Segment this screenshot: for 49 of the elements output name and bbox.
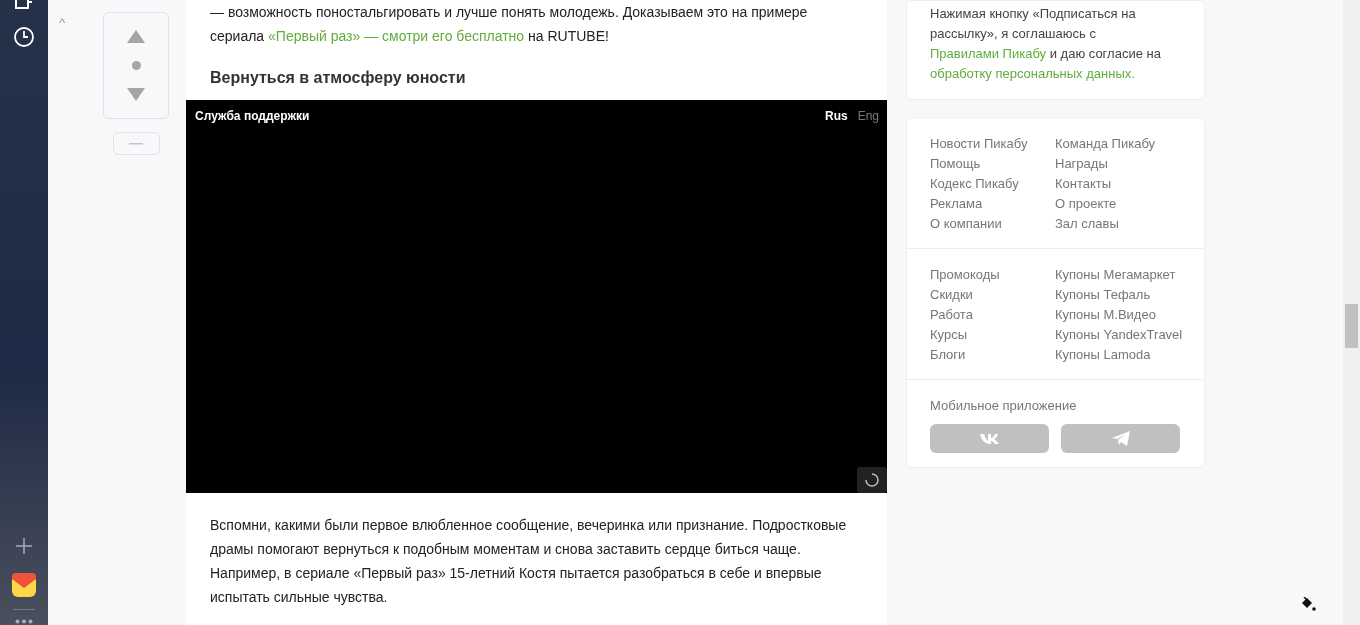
mobile-app-label: Мобильное приложение (930, 397, 1078, 415)
footer-link[interactable]: О компании (930, 214, 1055, 234)
article-paragraph: Вспомни, какими были первое влюбленное сообщение, вечеринка или признание. Подростковые драмы помогают вернуться к подобным моментам и снова заставить сердце биться чаще. Например, в сериале «Первый раз» 15-летний Костя пытается разобраться в себе и впервые испытать сильные чувства. (209, 516, 848, 607)
footer-link[interactable]: Промокоды (930, 265, 1055, 285)
upvote-icon[interactable] (127, 30, 146, 43)
footer-link[interactable]: Реклама (930, 194, 1055, 214)
document-icon[interactable] (14, 0, 34, 12)
consent-link[interactable]: Правилами Пикабу (930, 46, 1047, 61)
series-link[interactable]: «Первый раз» — смотри его бесплатно (268, 28, 525, 44)
mail-app-icon[interactable] (12, 573, 36, 597)
video-title: Служба поддержки (195, 108, 310, 124)
footer-link[interactable]: Купоны Lamoda (1055, 345, 1183, 365)
plus-icon[interactable] (15, 537, 33, 555)
minus-icon (129, 142, 144, 145)
footer-link[interactable]: Контакты (1055, 174, 1181, 194)
dot-icon (131, 61, 141, 70)
clock-icon[interactable] (13, 26, 35, 48)
language-option[interactable]: Rus (824, 108, 848, 124)
footer-link[interactable]: Купоны Тефаль (1055, 285, 1183, 305)
scrollbar-thumb[interactable] (1345, 304, 1358, 348)
footer-link[interactable]: Награды (1055, 154, 1181, 174)
footer-link[interactable]: Курсы (930, 325, 1055, 345)
video-player[interactable]: Служба поддержки Rus Eng (186, 100, 887, 493)
footer-link[interactable]: Помощь (930, 154, 1055, 174)
footer-link[interactable]: Новости Пикабу (930, 134, 1055, 154)
footer-link[interactable]: Купоны М.Видео (1055, 305, 1183, 325)
footer-link[interactable]: Работа (930, 305, 1055, 325)
footer-link[interactable]: Купоны Мегамаркет (1055, 265, 1183, 285)
footer-link[interactable]: Зал славы (1055, 214, 1181, 234)
downvote-icon[interactable] (127, 88, 146, 101)
consent-text: Нажимая кнопку «Подписаться на рассылку», я соглашаюсь с Правилами Пикабу и даю согласие на обработку персональных данных. (930, 5, 1162, 83)
article-paragraph: — возможность поностальгировать и лучше понять молодежь. Доказываем это на примере сериала «Первый раз» — смотри его бесплатно на RUTUBE! (209, 3, 809, 46)
more-icon[interactable] (15, 619, 33, 624)
vk-button[interactable] (930, 424, 1049, 453)
footer-link[interactable]: О проекте (1055, 194, 1181, 214)
footer-link[interactable]: Кодекс Пикабу (930, 174, 1055, 194)
paper-plane-icon (1111, 431, 1130, 446)
loading-spinner (857, 467, 887, 493)
footer-link[interactable]: Скидки (930, 285, 1055, 305)
footer-link[interactable]: Команда Пикабу (1055, 134, 1181, 154)
footer-link[interactable]: Купоны YandexTravel (1055, 325, 1183, 345)
vk-icon (979, 432, 1000, 445)
language-option[interactable]: Eng (857, 108, 879, 124)
consent-link[interactable]: обработку персональных данных. (930, 66, 1135, 81)
telegram-button[interactable] (1061, 424, 1180, 453)
paint-bucket-icon[interactable] (1300, 597, 1316, 611)
section-heading: Вернуться в атмосферу юности (210, 68, 467, 88)
footer-link[interactable]: Блоги (930, 345, 1055, 365)
collapse-icon[interactable]: ^ (59, 16, 66, 30)
